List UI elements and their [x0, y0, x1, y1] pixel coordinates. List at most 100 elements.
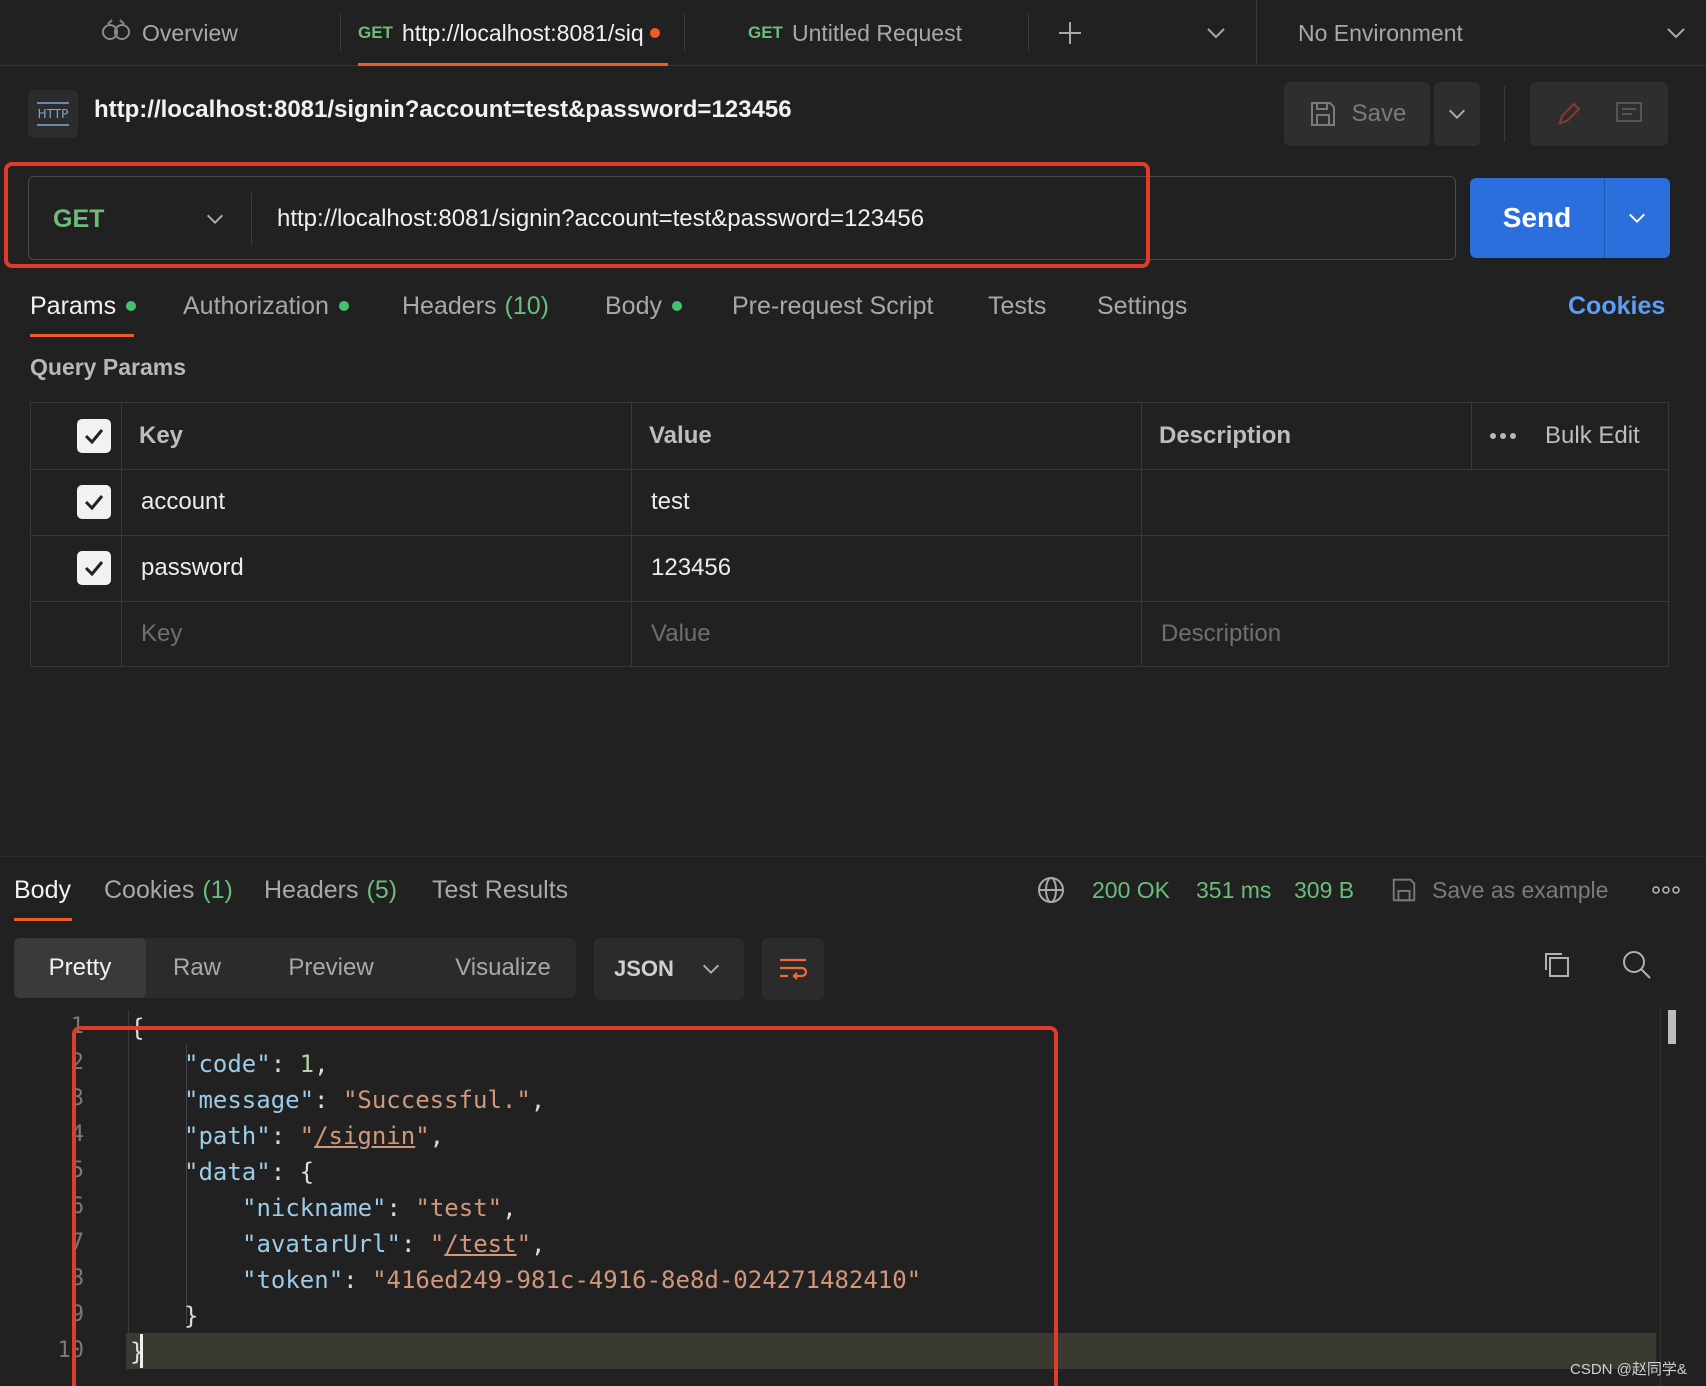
new-param-description[interactable]: Description — [1161, 601, 1281, 667]
send-label: Send — [1502, 202, 1572, 233]
query-params-title: Query Params — [30, 354, 186, 380]
row-divider — [31, 535, 1668, 536]
divider — [1504, 86, 1505, 142]
tab-headers[interactable]: Headers (10) — [402, 286, 549, 326]
scrollbar-thumb[interactable] — [1668, 1010, 1676, 1044]
col-divider — [1141, 403, 1142, 666]
response-tab-headers[interactable]: Headers (5) — [264, 870, 397, 910]
response-time[interactable]: 351 ms — [1196, 870, 1271, 910]
tab-body[interactable]: Body — [605, 286, 682, 326]
tab-untitled-request[interactable]: GET Untitled Request — [748, 0, 962, 66]
active-tab-indicator — [358, 63, 668, 66]
response-divider[interactable] — [0, 856, 1706, 857]
tab-authorization-label: Authorization — [183, 291, 329, 320]
format-selector[interactable]: JSON — [594, 938, 744, 1000]
divider — [1256, 0, 1257, 66]
tab-method: GET — [358, 23, 393, 42]
col-divider — [631, 403, 632, 666]
save-as-example-button[interactable]: Save as example — [1390, 870, 1608, 910]
new-tab-button[interactable] — [1056, 0, 1084, 66]
active-tab-indicator — [14, 918, 72, 921]
status-dot — [126, 301, 137, 311]
param-key[interactable]: account — [141, 469, 225, 535]
save-options-button[interactable] — [1434, 82, 1480, 146]
view-visualize[interactable]: Visualize — [438, 938, 568, 998]
tab-method: GET — [748, 23, 783, 42]
http-icon: HTTP — [28, 90, 78, 138]
tab-overview[interactable]: Overview — [100, 0, 238, 66]
tabs-dropdown-button[interactable] — [1204, 0, 1228, 66]
send-options-button[interactable] — [1604, 178, 1670, 258]
environment-selector[interactable]: No Environment — [1298, 0, 1688, 66]
response-tab-test-results[interactable]: Test Results — [432, 870, 568, 910]
param-value[interactable]: 123456 — [651, 535, 731, 601]
search-icon — [1623, 951, 1651, 979]
tab-tests[interactable]: Tests — [988, 286, 1046, 326]
param-checkbox[interactable] — [77, 485, 111, 519]
select-all-checkbox[interactable] — [77, 419, 111, 453]
chevron-down-icon — [1207, 28, 1225, 39]
tab-authorization[interactable]: Authorization — [183, 286, 349, 326]
active-tab-indicator — [30, 334, 134, 337]
send-button[interactable]: Send — [1470, 178, 1670, 258]
headers-count: (10) — [504, 291, 549, 320]
tab-settings[interactable]: Settings — [1097, 286, 1187, 326]
chevron-down-icon — [1667, 28, 1685, 39]
response-tab-body[interactable]: Body — [14, 870, 71, 910]
comment-icon[interactable] — [1614, 99, 1644, 129]
request-title[interactable]: http://localhost:8081/signin?account=tes… — [94, 96, 792, 124]
tab-signin-label: http://localhost:8081/siq — [401, 19, 644, 46]
view-pretty[interactable]: Pretty — [14, 938, 146, 998]
tab-params[interactable]: Params — [30, 286, 137, 326]
network-globe-icon[interactable] — [1036, 870, 1066, 910]
response-headers-count: (5) — [366, 875, 398, 904]
tab-headers-label: Headers — [402, 291, 497, 320]
scrollbar-track[interactable] — [1660, 1008, 1661, 1386]
response-tab-cookies[interactable]: Cookies (1) — [104, 870, 233, 910]
overview-icon — [100, 18, 132, 48]
response-more-button[interactable] — [1652, 870, 1680, 910]
copy-button[interactable] — [1540, 948, 1574, 987]
view-raw[interactable]: Raw — [152, 938, 242, 998]
save-button[interactable]: Save — [1284, 82, 1430, 146]
check-icon — [84, 495, 104, 511]
cookies-link[interactable]: Cookies — [1568, 286, 1665, 326]
param-checkbox[interactable] — [77, 551, 111, 585]
view-preview[interactable]: Preview — [276, 938, 386, 998]
col-divider — [121, 403, 122, 666]
save-icon — [1392, 878, 1416, 902]
cookies-count: (1) — [202, 875, 233, 904]
param-value[interactable]: test — [651, 469, 690, 535]
divider — [684, 14, 685, 52]
more-horizontal-icon — [1490, 433, 1516, 439]
row-divider — [31, 469, 1668, 470]
tab-prerequest-script[interactable]: Pre-request Script — [732, 286, 933, 326]
status-code[interactable]: 200 OK — [1092, 870, 1170, 910]
col-header-key: Key — [139, 422, 184, 449]
save-icon — [1310, 102, 1335, 126]
check-icon — [84, 429, 104, 445]
tab-tests-label: Tests — [988, 291, 1047, 320]
divider — [340, 14, 341, 52]
highlight-box-url — [4, 162, 1150, 268]
param-key[interactable]: password — [141, 535, 244, 601]
new-param-key[interactable]: Key — [141, 601, 182, 667]
bulk-edit-button[interactable]: Bulk Edit — [1545, 403, 1640, 469]
tab-signin-request[interactable]: GET http://localhost:8081/siq — [358, 0, 668, 66]
search-button[interactable] — [1620, 948, 1654, 987]
save-as-example-label: Save as example — [1432, 876, 1609, 903]
check-icon — [84, 561, 104, 577]
tab-params-label: Params — [30, 291, 117, 320]
new-param-value[interactable]: Value — [651, 601, 711, 667]
chevron-down-icon — [1629, 213, 1645, 223]
response-size[interactable]: 309 B — [1294, 870, 1354, 910]
wrap-lines-button[interactable] — [762, 938, 824, 1000]
query-params-table: Key Value Description Bulk Edit account … — [30, 402, 1669, 667]
pencil-icon[interactable] — [1554, 99, 1584, 129]
tab-prerequest-label: Pre-request Script — [732, 291, 934, 320]
response-tab-headers-label: Headers — [264, 875, 359, 904]
tab-body-label: Body — [605, 291, 662, 320]
editor-actions — [1530, 82, 1668, 146]
format-label: JSON — [614, 956, 674, 981]
more-options-button[interactable] — [1489, 403, 1517, 469]
